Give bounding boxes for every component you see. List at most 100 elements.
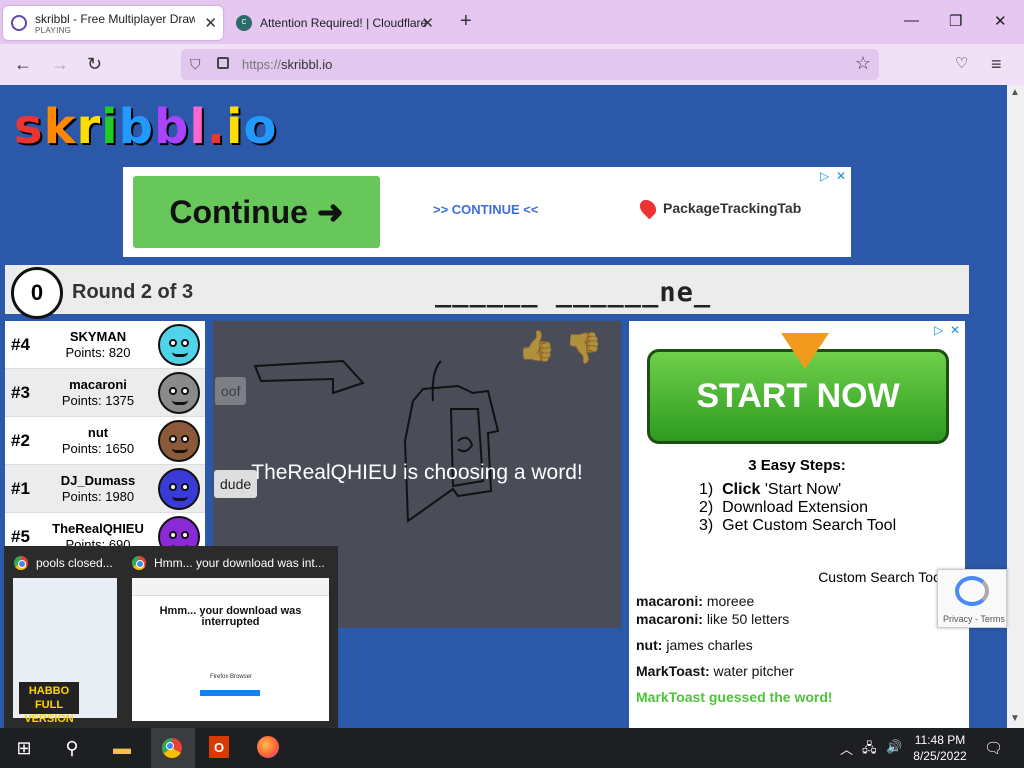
firefox-icon[interactable] — [257, 736, 279, 758]
maximize-icon[interactable]: ❐ — [949, 12, 962, 30]
adchoices-icon[interactable]: ▷ — [820, 169, 829, 183]
thumbs-up-icon[interactable]: 👍 — [518, 329, 555, 364]
player-name: TheRealQHIEU — [52, 521, 144, 536]
player-rank: #1 — [11, 479, 30, 498]
player-rank: #2 — [11, 431, 30, 450]
thumbs-down-icon[interactable]: 👎 — [565, 331, 602, 366]
preview-thumbnail[interactable]: HABBO FULL VERSION — [13, 578, 117, 725]
thumbnail-toolbar — [132, 578, 329, 596]
tray-chevron-icon[interactable]: ︿ — [840, 739, 853, 758]
tab-playing-label: PLAYING — [35, 25, 72, 35]
chat-message: macaroni: moreee — [636, 593, 755, 609]
tab-strip: skribbl - Free Multiplayer Drawi PLAYING… — [0, 0, 1024, 44]
taskbar-preview[interactable]: pools closed... Hmm... your download was… — [4, 546, 338, 728]
back-button[interactable]: ← — [14, 54, 32, 74]
ad-continue-link[interactable]: >> CONTINUE << — [433, 202, 538, 217]
timer-value: 0 — [30, 280, 44, 305]
player-name: macaroni — [69, 377, 127, 392]
close-window-icon[interactable]: ✕ — [994, 12, 1007, 30]
recaptcha-icon — [955, 576, 989, 606]
side-ad[interactable]: ▷ ✕ START NOW 3 Easy Steps: 1) Click 'St… — [629, 321, 965, 601]
new-tab-button[interactable]: + — [460, 10, 472, 33]
chrome-icon — [14, 556, 28, 570]
ad-steps-title: 3 Easy Steps: — [748, 457, 846, 474]
preview-item[interactable]: Hmm... your download was int... — [132, 556, 325, 570]
chat-message: macaroni: like 50 letters — [636, 611, 790, 627]
chrome-icon — [132, 556, 146, 570]
ad-close-icon[interactable]: ✕ — [950, 323, 960, 337]
player-row[interactable]: #3 macaroni Points: 1375 — [5, 369, 205, 417]
habbo-logo: HABBO FULL VERSION — [19, 682, 79, 725]
windows-start-icon[interactable]: ⊞ — [12, 736, 36, 760]
taskbar: ⊞ ⚲ ▬ O ︿ 🖧 🔊 11:48 PM 8/25/2022 🗨 — [0, 728, 1024, 768]
player-row[interactable]: #1 DJ_Dumass Points: 1980 — [5, 465, 205, 513]
clock[interactable]: 11:48 PM 8/25/2022 — [900, 732, 980, 764]
thumbnail-firefox-label: Firefox Browser — [210, 674, 253, 680]
ad-step: 1) Click 'Start Now' — [699, 481, 842, 498]
player-name: nut — [87, 425, 109, 440]
tab-skribbl[interactable]: skribbl - Free Multiplayer Drawi PLAYING… — [3, 6, 223, 40]
tab-title: skribbl - Free Multiplayer Drawi — [35, 11, 195, 26]
ad-step: 2) Download Extension — [699, 499, 868, 516]
player-avatar — [158, 372, 200, 414]
recaptcha-terms[interactable]: Privacy - Terms — [943, 614, 1005, 624]
notification-icon[interactable]: 🗨 — [984, 739, 1003, 757]
page-scrollbar[interactable]: ▲ ▼ — [1007, 85, 1024, 728]
clock-date: 8/25/2022 — [913, 749, 967, 763]
player-points: Points: 820 — [65, 345, 131, 360]
close-tab-icon[interactable]: ✕ — [204, 14, 217, 32]
shield-icon[interactable]: ⛉ — [190, 56, 201, 73]
player-avatar — [158, 420, 200, 462]
tab-cloudflare[interactable]: C Attention Required! | Cloudflare ✕ — [230, 6, 440, 40]
game-header: 0 Round 2 of 3 ______ ______ne_ — [5, 265, 969, 319]
player-avatar — [158, 468, 200, 510]
office-icon[interactable]: O — [209, 736, 229, 758]
ad-steps-list: 1) Click 'Start Now' 2) Download Extensi… — [699, 481, 896, 535]
recaptcha-badge[interactable]: Privacy - Terms — [937, 569, 1007, 628]
cloudflare-favicon-icon: C — [236, 15, 252, 31]
word-hint: ______ ______ne_ — [435, 277, 712, 308]
location-pin-icon — [636, 196, 660, 220]
ad-footer: Custom Search Tool — [818, 569, 944, 585]
tab-title: Attention Required! | Cloudflare — [260, 16, 428, 30]
adchoices-icon[interactable]: ▷ — [934, 323, 943, 337]
choosing-word-status: TheRealQHIEU is choosing a word! — [251, 461, 583, 484]
minimize-icon[interactable]: — — [904, 12, 919, 29]
thumbnail-download-button — [200, 690, 260, 696]
preview-thumbnail[interactable]: Hmm... your download was interrupted Fir… — [132, 578, 329, 721]
reload-button[interactable]: ↻ — [87, 54, 102, 74]
thumbnail-heading: Hmm... your download was interrupted — [159, 605, 302, 628]
chat-box[interactable]: macaroni: moreee macaroni: like 50 lette… — [629, 593, 969, 728]
pocket-icon[interactable]: ♡ — [955, 54, 968, 74]
url-text[interactable]: https://skribbl.io — [242, 57, 332, 72]
nav-bar: ← → ↻ ⛉ https://skribbl.io ☆ ♡ ≡ — [0, 44, 1024, 85]
round-indicator: Round 2 of 3 — [72, 281, 194, 303]
chat-message: MarkToast: water pitcher — [636, 663, 794, 679]
top-banner-ad[interactable]: Continue ➜ >> CONTINUE << PackageTrackin… — [123, 167, 851, 257]
address-bar[interactable]: ⛉ https://skribbl.io ☆ — [181, 49, 879, 80]
search-icon[interactable]: ⚲ — [60, 736, 84, 760]
ad-close-icon[interactable]: ✕ — [836, 169, 846, 183]
chat-message: nut: james charles — [636, 637, 753, 653]
file-explorer-icon[interactable]: ▬ — [110, 736, 134, 760]
lock-icon[interactable] — [217, 57, 229, 69]
chrome-taskbar-icon[interactable] — [160, 736, 184, 760]
player-rank: #3 — [11, 383, 30, 402]
skribbl-favicon-icon — [11, 15, 27, 31]
preview-item[interactable]: pools closed... — [14, 556, 113, 570]
player-row[interactable]: #4 SKYMAN Points: 820 — [5, 321, 205, 369]
player-rank: #5 — [11, 527, 30, 546]
menu-icon[interactable]: ≡ — [991, 54, 1002, 74]
player-name: DJ_Dumass — [60, 473, 136, 488]
scroll-up-icon[interactable]: ▲ — [1010, 87, 1020, 98]
network-icon[interactable]: 🖧 — [862, 739, 877, 761]
scroll-down-icon[interactable]: ▼ — [1010, 713, 1020, 724]
forward-button[interactable]: → — [51, 54, 69, 74]
player-points: Points: 1650 — [61, 441, 135, 456]
bookmark-star-icon[interactable]: ☆ — [855, 53, 871, 74]
player-row[interactable]: #2 nut Points: 1650 — [5, 417, 205, 465]
chat-bubble: dude — [214, 470, 258, 498]
ad-step: 3) Get Custom Search Tool — [699, 517, 897, 534]
ad-continue-button[interactable]: Continue ➜ — [133, 176, 380, 248]
close-tab-icon[interactable]: ✕ — [421, 14, 434, 32]
